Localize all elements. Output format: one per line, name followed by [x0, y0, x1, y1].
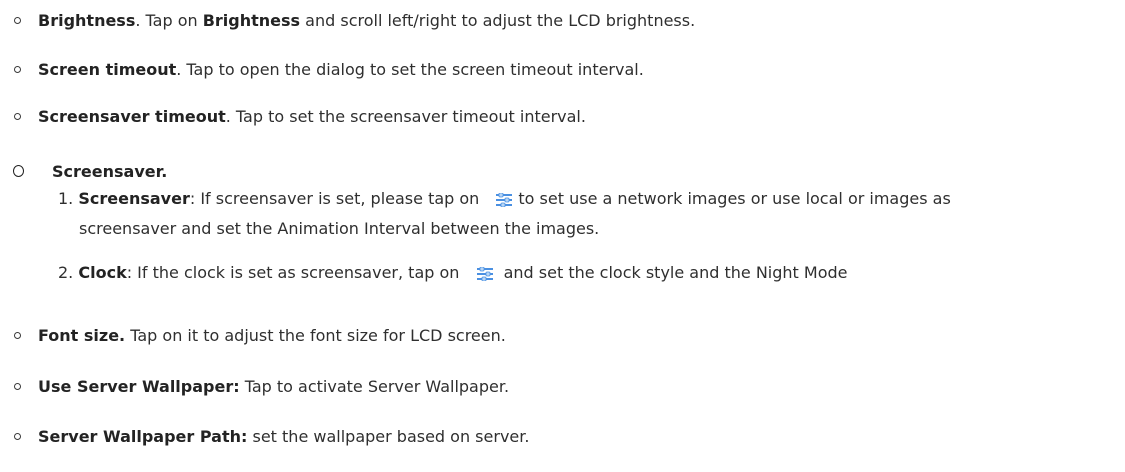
item-text: . Tap on — [135, 11, 203, 30]
bullet-circle-icon — [14, 113, 21, 120]
settings-sliders-icon[interactable] — [496, 193, 513, 207]
item-title: Server Wallpaper Path: — [38, 427, 248, 446]
bullet-circle-icon — [13, 165, 24, 177]
item-inline-bold: Brightness — [202, 11, 301, 30]
sub-item-number: 2. — [58, 263, 79, 282]
sub-item-text-after-icon: and set the clock style and the Night Mo… — [498, 263, 848, 282]
sub-item-text: : If the clock is set as screensaver, ta… — [126, 263, 465, 282]
bullet-circle-icon — [14, 433, 21, 440]
item-title: Screensaver timeout — [38, 107, 226, 126]
sub-item-title: Clock — [78, 263, 127, 282]
item-text: . Tap to open the dialog to set the scre… — [176, 60, 644, 79]
item-text: Tap to activate Server Wallpaper. — [239, 377, 510, 396]
section-title: Screensaver. — [52, 162, 168, 181]
item-text-rest: and scroll left/right to adjust the LCD … — [300, 11, 696, 30]
item-title: Font size. — [38, 326, 126, 345]
bullet-circle-icon — [14, 383, 21, 390]
item-text: Tap on it to adjust the font size for LC… — [125, 326, 506, 345]
item-title: Use Server Wallpaper: — [38, 377, 240, 396]
sub-item-text-after-icon: to set use a network images or use local… — [518, 189, 951, 208]
sub-item-text: : If screensaver is set, please tap on — [189, 189, 485, 208]
item-text: set the wallpaper based on server. — [247, 427, 530, 446]
settings-sliders-icon[interactable] — [476, 267, 493, 281]
bullet-circle-icon — [14, 17, 21, 24]
item-title: Brightness — [38, 11, 136, 30]
item-title: Screen timeout — [38, 60, 177, 79]
bullet-circle-icon — [14, 66, 21, 73]
document-body: Brightness. Tap on Brightness and scroll… — [0, 0, 1125, 472]
sub-item-number: 1. — [58, 189, 79, 208]
sub-item-title: Screensaver — [78, 189, 190, 208]
bullet-circle-icon — [14, 332, 21, 339]
item-text: . Tap to set the screensaver timeout int… — [225, 107, 586, 126]
sub-item-continuation-text: screensaver and set the Animation Interv… — [79, 219, 600, 238]
